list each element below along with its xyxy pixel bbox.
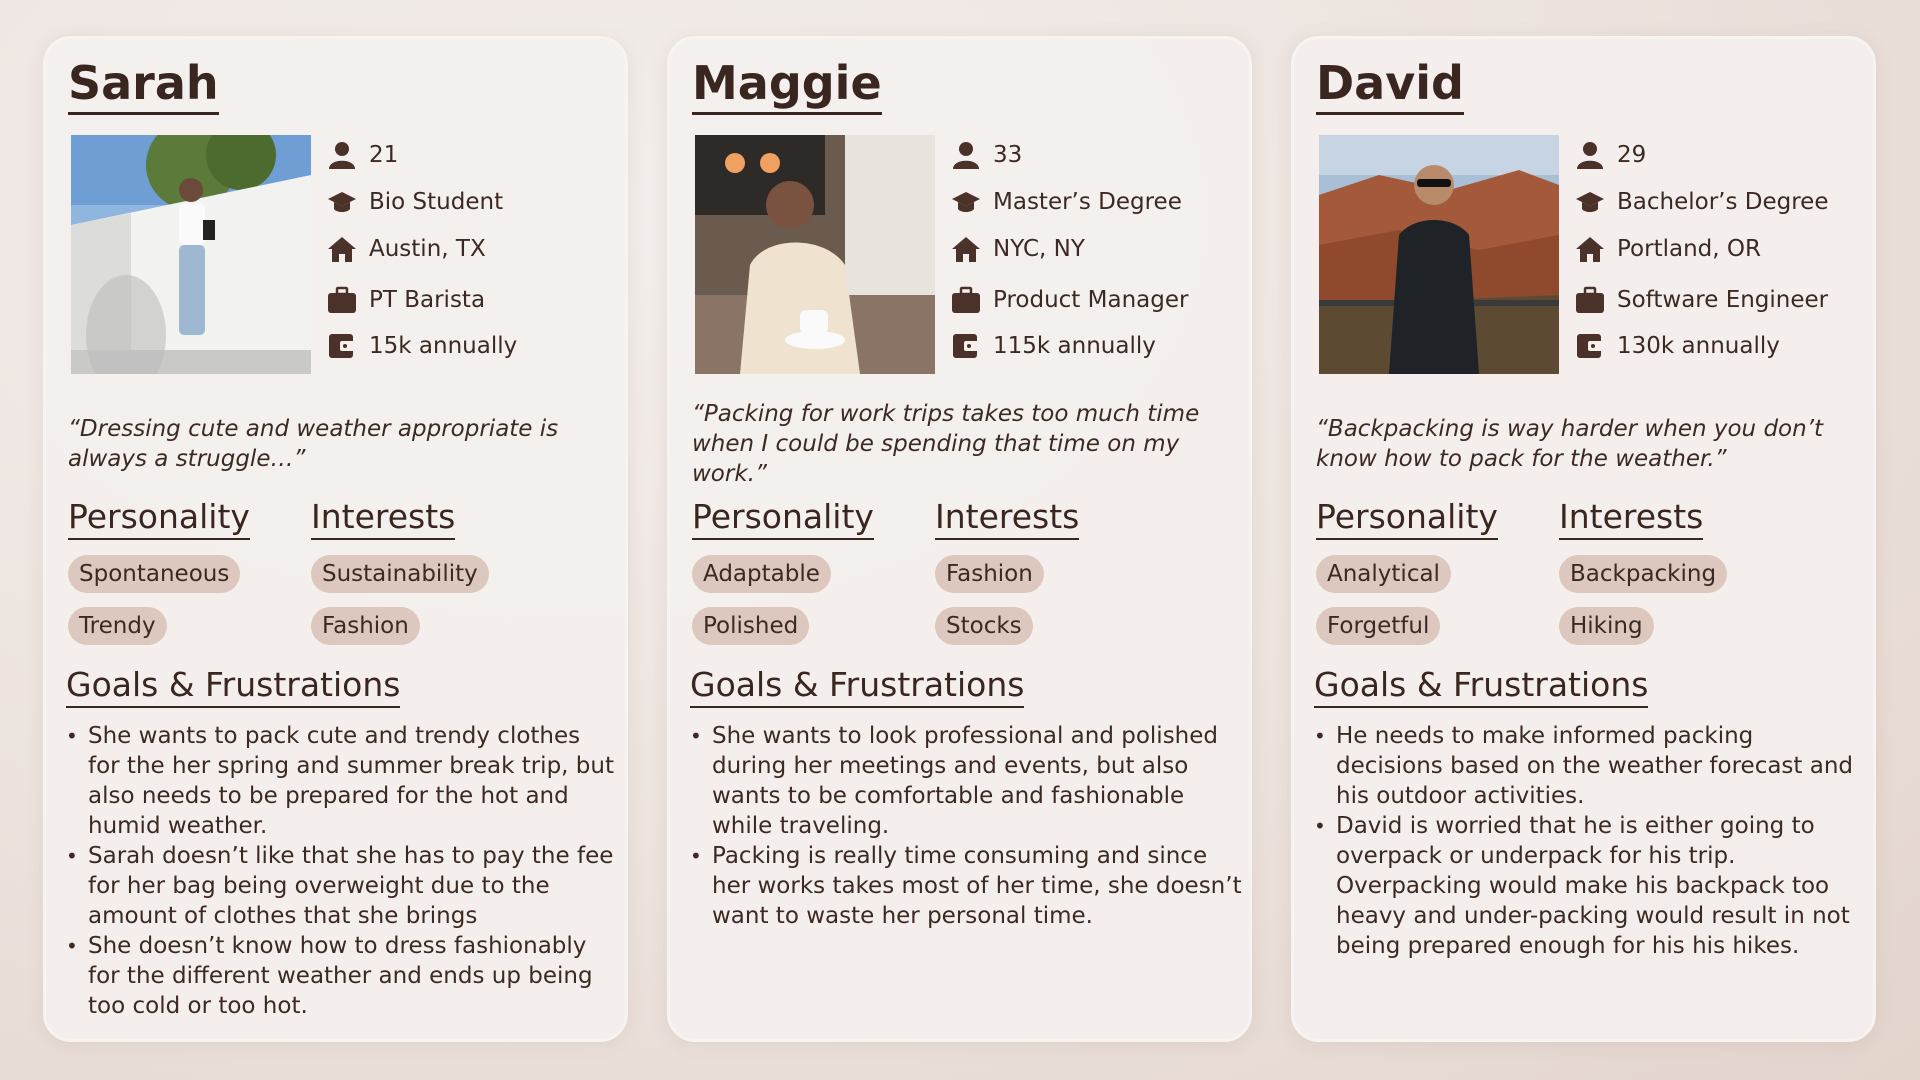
wallet-icon xyxy=(951,331,981,361)
persona-quote: “Packing for work trips takes too much t… xyxy=(692,401,1200,487)
persona-name: Maggie xyxy=(692,57,882,115)
fact-income: 15k annually xyxy=(327,331,517,361)
fact-education: Bachelor’s Degree xyxy=(1575,187,1828,217)
personality-tag: Polished xyxy=(692,607,810,645)
interest-tag: Sustainability xyxy=(311,555,489,593)
goal-item: She wants to look professional and polis… xyxy=(690,721,1242,841)
interest-tag: Hiking xyxy=(1559,607,1654,645)
person-icon xyxy=(327,140,357,170)
fact-education: Bio Student xyxy=(327,187,503,217)
persona-card-sarah: Sarah 21 Bio Student Austin, TX PT Baris… xyxy=(43,36,628,1042)
goals-list: She wants to look professional and polis… xyxy=(690,721,1242,931)
interests-heading: Interests xyxy=(935,497,1080,540)
fact-age: 33 xyxy=(951,140,1022,170)
fact-income: 130k annually xyxy=(1575,331,1780,361)
goals-heading: Goals & Frustrations xyxy=(66,665,401,708)
fact-location: NYC, NY xyxy=(951,234,1085,264)
goal-item: Packing is really time consuming and sin… xyxy=(690,841,1242,931)
interest-tag: Fashion xyxy=(311,607,420,645)
fact-job: Product Manager xyxy=(951,285,1188,315)
personality-tag: Forgetful xyxy=(1316,607,1441,645)
fact-job: PT Barista xyxy=(327,285,485,315)
personality-tag: Adaptable xyxy=(692,555,831,593)
goal-item: David is worried that he is either going… xyxy=(1314,811,1866,961)
interests-heading: Interests xyxy=(1559,497,1704,540)
graduation-cap-icon xyxy=(951,187,981,217)
person-icon xyxy=(1575,140,1605,170)
persona-name: Sarah xyxy=(68,57,219,115)
briefcase-icon xyxy=(1575,285,1605,315)
interest-tag: Stocks xyxy=(935,607,1033,645)
goal-item: He needs to make informed packing decisi… xyxy=(1314,721,1866,811)
fact-age: 29 xyxy=(1575,140,1646,170)
fact-location: Austin, TX xyxy=(327,234,486,264)
personality-tag: Spontaneous xyxy=(68,555,241,593)
goal-item: She doesn’t know how to dress fashionabl… xyxy=(66,931,618,1021)
person-icon xyxy=(951,140,981,170)
goals-list: He needs to make informed packing decisi… xyxy=(1314,721,1866,961)
wallet-icon xyxy=(1575,331,1605,361)
persona-photo-maggie xyxy=(695,135,935,374)
fact-income: 115k annually xyxy=(951,331,1156,361)
personality-heading: Personality xyxy=(1316,497,1498,540)
graduation-cap-icon xyxy=(327,187,357,217)
interests-heading: Interests xyxy=(311,497,456,540)
persona-name: David xyxy=(1316,57,1464,115)
interest-tag: Backpacking xyxy=(1559,555,1728,593)
goals-heading: Goals & Frustrations xyxy=(690,665,1025,708)
goals-list: She wants to pack cute and trendy clothe… xyxy=(66,721,618,1021)
personality-tag: Analytical xyxy=(1316,555,1451,593)
wallet-icon xyxy=(327,331,357,361)
briefcase-icon xyxy=(951,285,981,315)
fact-education: Master’s Degree xyxy=(951,187,1182,217)
fact-job: Software Engineer xyxy=(1575,285,1828,315)
briefcase-icon xyxy=(327,285,357,315)
interest-tag: Fashion xyxy=(935,555,1044,593)
personality-heading: Personality xyxy=(692,497,874,540)
persona-card-david: David 29 Bachelor’s Degree Portland, OR xyxy=(1291,36,1876,1042)
goal-item: She wants to pack cute and trendy clothe… xyxy=(66,721,618,841)
persona-photo-david xyxy=(1319,135,1559,374)
goal-item: Sarah doesn’t like that she has to pay t… xyxy=(66,841,618,931)
goals-heading: Goals & Frustrations xyxy=(1314,665,1649,708)
personality-tag: Trendy xyxy=(68,607,167,645)
fact-age: 21 xyxy=(327,140,398,170)
persona-photo-sarah xyxy=(71,135,311,374)
personality-heading: Personality xyxy=(68,497,250,540)
fact-location: Portland, OR xyxy=(1575,234,1761,264)
home-icon xyxy=(327,234,357,264)
home-icon xyxy=(1575,234,1605,264)
home-icon xyxy=(951,234,981,264)
persona-quote: “Backpacking is way harder when you don’… xyxy=(1316,416,1824,472)
graduation-cap-icon xyxy=(1575,187,1605,217)
persona-quote: “Dressing cute and weather appropriate i… xyxy=(68,416,559,472)
persona-card-maggie: Maggie 33 Master’s Degree NYC, NY Produc… xyxy=(667,36,1252,1042)
